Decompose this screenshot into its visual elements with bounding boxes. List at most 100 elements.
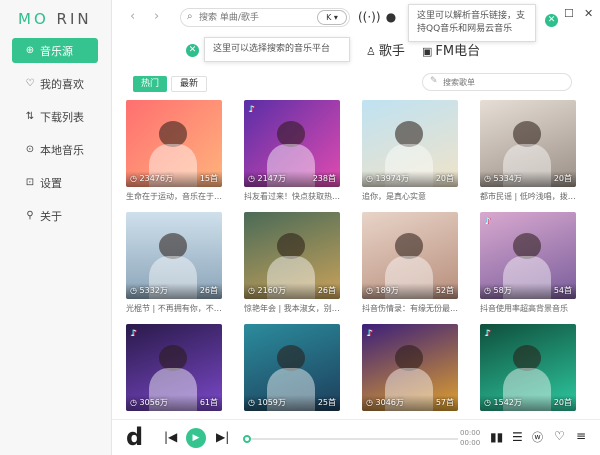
back-arrow-icon[interactable]: ‹: [130, 9, 135, 24]
play-icon: ▶: [192, 433, 200, 443]
progress-bar[interactable]: [243, 435, 458, 443]
sidebar-nav: ⊕ 音乐源 ♡ 我的喜欢 ⇅ 下载列表 ⊙ 本地音乐 ⊡ 设置 ⚲ 关于: [0, 38, 112, 236]
playlist-cover[interactable]: ♪ ◷ 1542万 20首: [480, 324, 576, 411]
equalizer-icon[interactable]: ▮▮: [490, 430, 503, 444]
player-logo: d: [126, 423, 144, 451]
playlist-title[interactable]: 抖友看过来！快点获取热门...: [244, 191, 340, 202]
playlist-cover[interactable]: ♪ ◷ 58万 54首: [480, 212, 576, 299]
playlist-search-input[interactable]: [443, 76, 563, 88]
playlist-card[interactable]: ◷ 189万 52首抖音伤情录：有缘无份最是...: [362, 212, 458, 314]
tab-label: 歌手: [378, 44, 405, 59]
play-count: ◷ 13974万: [366, 174, 409, 183]
play-count: ◷ 23476万: [130, 174, 173, 183]
playlist-card[interactable]: ◷ 5334万 20首都市民谣 | 低吟浅唱，拨动...: [480, 100, 576, 202]
playlist-card[interactable]: ♪ ◷ 2147万 238首 抖友看过来！快点获取热门...: [244, 100, 340, 202]
playlist-cover[interactable]: ◷ 13974万 20首: [362, 100, 458, 187]
player-bar: d |◀ ▶ ▶| 00:00 00:00 ▮▮ ☰ ⓦ ♡ ≡: [112, 419, 600, 455]
platform-selector[interactable]: K ▾: [317, 10, 347, 25]
progress-knob[interactable]: [243, 435, 251, 443]
tiktok-icon: ♪: [249, 105, 255, 115]
playlist-card[interactable]: ◷ 23476万 15首生命在于运动，音乐在于节...: [126, 100, 222, 202]
menu-icon[interactable]: ≡: [576, 429, 586, 443]
sidebar: MO RIN ⊕ 音乐源 ♡ 我的喜欢 ⇅ 下载列表 ⊙ 本地音乐 ⊡ 设置 ⚲…: [0, 0, 112, 455]
search-icon: ⌕: [187, 11, 193, 22]
track-count: 20首: [553, 174, 572, 183]
sidebar-item-about[interactable]: ⚲ 关于: [12, 203, 98, 228]
playlist-title[interactable]: 生命在于运动，音乐在于节...: [126, 191, 222, 202]
maximize-icon[interactable]: ☐: [564, 7, 574, 20]
playlist-title[interactable]: 追你，是真心实意: [362, 191, 458, 202]
radio-icon: ▣: [422, 45, 433, 58]
previous-icon[interactable]: |◀: [164, 430, 177, 444]
playlist-card[interactable]: ◷ 13974万 20首追你，是真心实意: [362, 100, 458, 202]
playlist-title[interactable]: 都市民谣 | 低吟浅唱，拨动...: [480, 191, 576, 202]
playlist-title[interactable]: 惊艳年会 | 我本淑女，别逼...: [244, 303, 340, 314]
playlist-card[interactable]: ♪ ◷ 3046万 57首: [362, 324, 458, 411]
play-count: ◷ 1542万: [484, 398, 522, 407]
edit-icon: ✎: [430, 76, 438, 86]
playlist-cover[interactable]: ◷ 23476万 15首: [126, 100, 222, 187]
play-count: ◷ 5332万: [130, 286, 168, 295]
lyrics-icon[interactable]: ⓦ: [532, 429, 543, 445]
logo-text-right: RIN: [56, 10, 92, 28]
track-count: 52首: [435, 286, 454, 295]
playlist-cover[interactable]: ♪ ◷ 2147万 238首: [244, 100, 340, 187]
filter-new[interactable]: 最新: [171, 76, 208, 92]
record-icon[interactable]: ●: [382, 8, 400, 26]
sidebar-item-label: 我的喜欢: [40, 77, 84, 91]
search-input[interactable]: [199, 11, 319, 24]
play-count: ◷ 58万: [484, 286, 512, 295]
playlist-cover[interactable]: ◷ 5334万 20首: [480, 100, 576, 187]
playlist-title[interactable]: 光棍节 | 不再拥有你，不如...: [126, 303, 222, 314]
playlist-card[interactable]: ◷ 5332万 26首光棍节 | 不再拥有你，不如...: [126, 212, 222, 314]
tiktok-icon: ♪: [485, 217, 491, 227]
play-count: ◷ 189万: [366, 286, 399, 295]
play-count: ◷ 2147万: [248, 174, 286, 183]
playlist-cover[interactable]: ◷ 1059万 25首: [244, 324, 340, 411]
logo-text-left: MO: [18, 10, 49, 28]
playlist-card[interactable]: ◷ 2160万 26首惊艳年会 | 我本淑女，别逼...: [244, 212, 340, 314]
playlist-cover[interactable]: ◷ 2160万 26首: [244, 212, 340, 299]
singer-icon: ♙: [366, 45, 376, 58]
time-total: 00:00: [460, 439, 481, 447]
play-button[interactable]: ▶: [186, 428, 206, 448]
filter-hot[interactable]: 热门: [133, 76, 168, 92]
track-count: 15首: [199, 174, 218, 183]
playlist-icon[interactable]: ☰: [512, 430, 523, 444]
track-count: 26首: [199, 286, 218, 295]
playlist-card[interactable]: ♪ ◷ 3056万 61首: [126, 324, 222, 411]
playlist-card[interactable]: ◷ 1059万 25首: [244, 324, 340, 411]
broadcast-icon[interactable]: ((·)): [358, 8, 381, 26]
sidebar-item-label: 音乐源: [40, 44, 73, 58]
tab-label: FM电台: [435, 44, 481, 59]
sidebar-item-music-source[interactable]: ⊕ 音乐源: [12, 38, 98, 63]
playlist-title[interactable]: 抖音使用率超高背景音乐: [480, 303, 576, 314]
next-icon[interactable]: ▶|: [216, 430, 229, 444]
playlist-cover[interactable]: ◷ 189万 52首: [362, 212, 458, 299]
sidebar-item-favorites[interactable]: ♡ 我的喜欢: [12, 71, 98, 96]
playlist-cover[interactable]: ◷ 5332万 26首: [126, 212, 222, 299]
tab-singer[interactable]: ♙ 歌手: [366, 40, 405, 59]
forward-arrow-icon[interactable]: ›: [154, 9, 159, 24]
close-tip-icon[interactable]: ✕: [545, 14, 558, 27]
playlist-card[interactable]: ♪ ◷ 58万 54首 抖音使用率超高背景音乐: [480, 212, 576, 314]
like-heart-icon[interactable]: ♡: [554, 429, 565, 443]
search-box: ⌕ K ▾: [180, 8, 350, 27]
sidebar-item-local-music[interactable]: ⊙ 本地音乐: [12, 137, 98, 162]
play-circle-icon: ⊙: [25, 144, 35, 155]
playlist-title[interactable]: 抖音伤情录：有缘无份最是...: [362, 303, 458, 314]
sidebar-item-downloads[interactable]: ⇅ 下载列表: [12, 104, 98, 129]
playlist-cover[interactable]: ♪ ◷ 3056万 61首: [126, 324, 222, 411]
category-bar: ♙ 歌手 ▣ FM电台: [112, 34, 600, 64]
track-count: 20首: [553, 398, 572, 407]
time-current: 00:00: [460, 429, 481, 437]
app-logo: MO RIN: [18, 10, 92, 28]
location-icon: ⚲: [26, 210, 34, 221]
playlist-search-box: ✎: [422, 73, 572, 91]
playlist-cover[interactable]: ♪ ◷ 3046万 57首: [362, 324, 458, 411]
playlist-card[interactable]: ♪ ◷ 1542万 20首: [480, 324, 576, 411]
tab-fm-radio[interactable]: ▣ FM电台: [422, 40, 480, 59]
close-window-icon[interactable]: ✕: [584, 7, 593, 20]
tiktok-icon: ♪: [131, 329, 137, 339]
sidebar-item-settings[interactable]: ⊡ 设置: [12, 170, 98, 195]
